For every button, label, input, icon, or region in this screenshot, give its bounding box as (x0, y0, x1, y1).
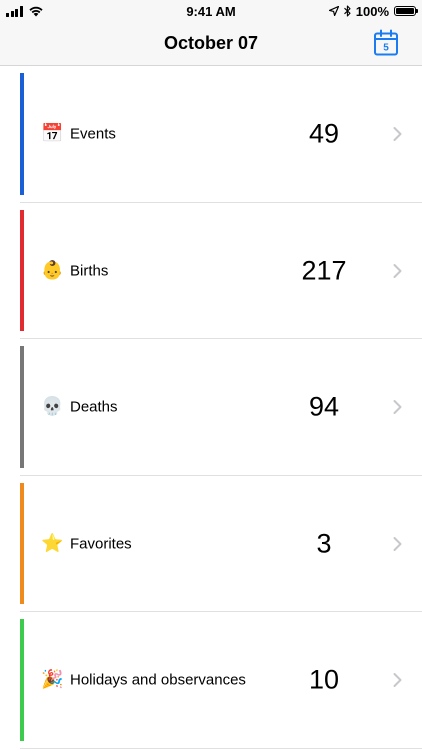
battery-fill (396, 8, 414, 14)
row-separator (20, 747, 422, 749)
navigation-bar: October 07 5 (0, 22, 422, 66)
chevron-right-icon (393, 263, 402, 278)
list-item-label: Holidays and observances (70, 671, 246, 689)
color-bar (20, 73, 24, 195)
baby-emoji-icon: 👶 (41, 259, 64, 281)
chevron-right-icon (393, 127, 402, 142)
status-left (6, 5, 44, 17)
battery-percent: 100% (355, 3, 389, 19)
calendar-icon[interactable]: 5 (372, 29, 400, 57)
star-emoji-icon: ⭐ (41, 532, 64, 554)
list-item-favorites[interactable]: ⭐ Favorites 3 (0, 476, 422, 612)
chevron-right-icon (393, 536, 402, 551)
list-item-holidays[interactable]: 🎉 Holidays and observances 10 (0, 612, 422, 749)
list-item-label: Births (70, 262, 109, 280)
list-item-count: 217 (301, 255, 347, 286)
list-item-deaths[interactable]: 💀 Deaths 94 (0, 339, 422, 476)
party-popper-emoji-icon: 🎉 (41, 669, 64, 691)
bluetooth-icon (343, 5, 351, 17)
list-item-count: 94 (308, 391, 340, 422)
status-right: 100% (328, 3, 418, 19)
list-item-count: 49 (308, 118, 340, 149)
chevron-right-icon (393, 400, 402, 415)
color-bar (20, 346, 24, 468)
battery-icon (394, 6, 418, 16)
location-arrow-icon (328, 6, 339, 16)
color-bar (20, 619, 24, 741)
category-list: 📅 Events 49 👶 Births 217 💀 Deaths 94 ⭐ F… (0, 66, 422, 749)
list-item-count: 10 (308, 664, 340, 695)
color-bar (20, 209, 24, 331)
list-item-label: Favorites (70, 535, 132, 553)
chevron-right-icon (393, 673, 402, 688)
skull-emoji-icon: 💀 (41, 396, 64, 418)
calendar-icon-day: 5 (383, 43, 389, 54)
page-title: October 07 (163, 33, 259, 53)
list-item-label: Events (70, 125, 116, 143)
list-item-events[interactable]: 📅 Events 49 (0, 66, 422, 203)
list-item-births[interactable]: 👶 Births 217 (0, 203, 422, 339)
cellular-signal-icon (6, 5, 23, 17)
color-bar (20, 482, 24, 604)
calendar-emoji-icon: 📅 (41, 123, 64, 145)
wifi-icon (28, 6, 43, 17)
status-bar: 9:41 AM 100% (0, 0, 422, 22)
list-item-label: Deaths (70, 398, 118, 416)
list-item-count: 3 (316, 528, 332, 559)
